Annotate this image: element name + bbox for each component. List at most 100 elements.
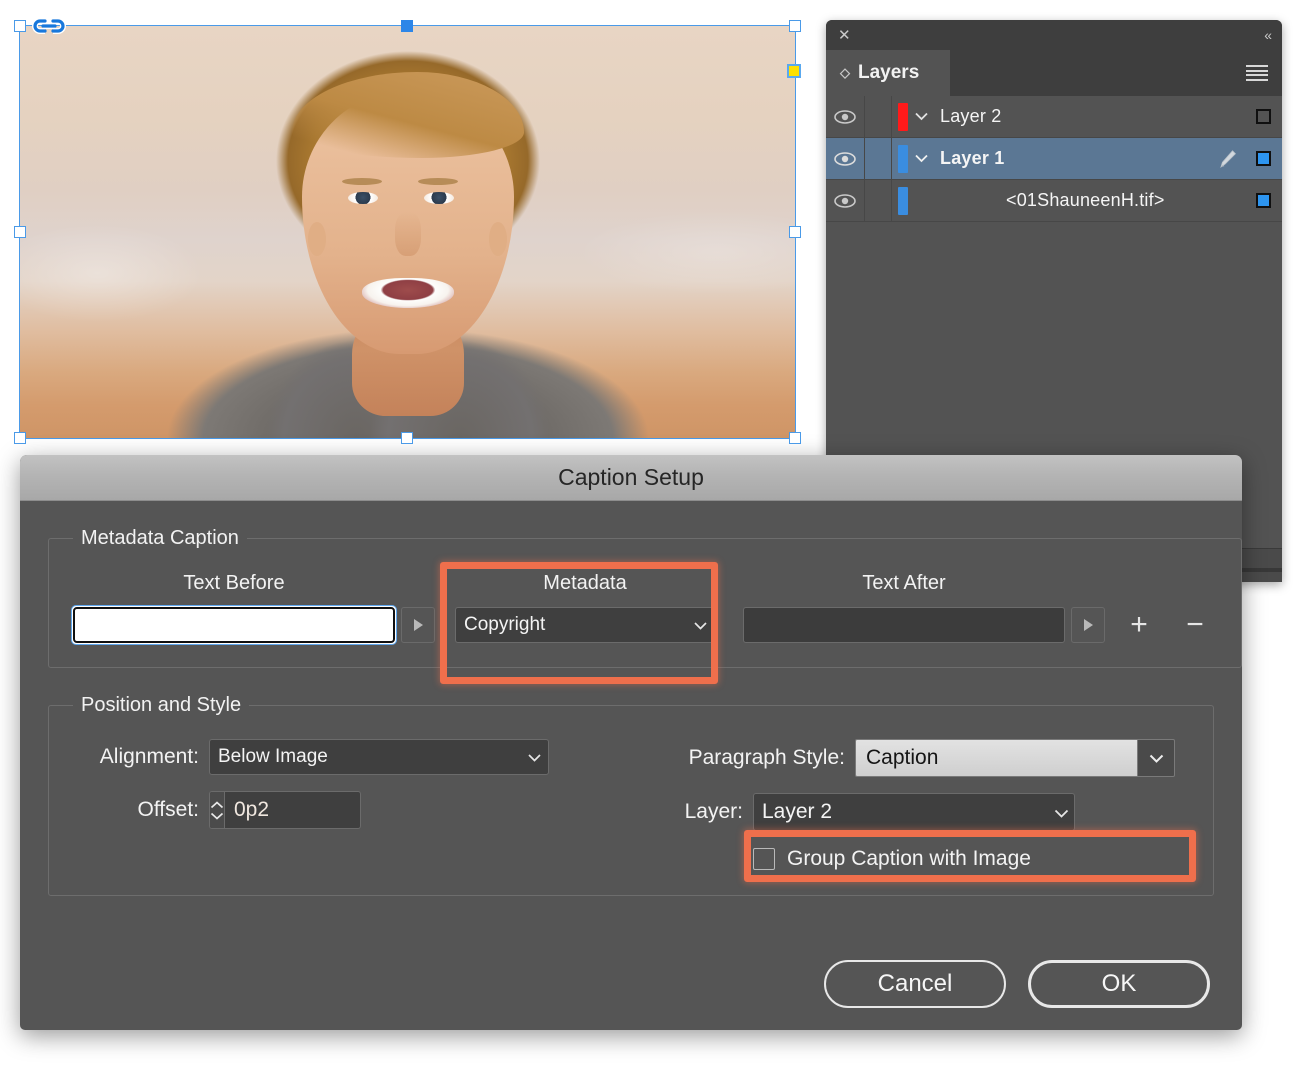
play-triangle-icon (413, 619, 423, 631)
document-canvas[interactable] (0, 0, 830, 452)
caption-setup-dialog[interactable]: Caption Setup Metadata Caption Text Befo… (20, 455, 1242, 1030)
metadata-label: Metadata (543, 572, 627, 594)
handle-mid-right[interactable] (789, 226, 801, 238)
photo-eye-left (348, 192, 378, 204)
chevron-down-icon (694, 622, 707, 633)
group-caption-checkbox[interactable] (753, 848, 775, 870)
handle-top-left[interactable] (14, 20, 26, 32)
text-before-label: Text Before (183, 572, 285, 594)
collapse-panel-icon[interactable]: « (1264, 28, 1272, 42)
text-before-options-button[interactable] (401, 607, 435, 643)
eye-visibility-icon[interactable] (826, 193, 864, 208)
dialog-title: Caption Setup (558, 464, 704, 490)
dialog-body: Metadata Caption Text Before Metadata Co… (20, 501, 1242, 896)
paragraph-style-dropdown[interactable]: Caption (855, 739, 1175, 777)
alignment-dropdown[interactable]: Below Image (209, 739, 549, 775)
handle-bottom-center[interactable] (401, 432, 413, 444)
metadata-columns: Text Before Metadata Copyright Text Afte… (72, 572, 1217, 644)
photo-ear-left (308, 222, 326, 256)
paragraph-style-value: Caption (855, 739, 1137, 777)
dock-diamond-icon: ◇ (840, 65, 850, 80)
metadata-column: Metadata Copyright (455, 572, 715, 643)
tab-layers[interactable]: ◇ Layers (826, 50, 950, 96)
layer-target-toggle[interactable] (1244, 193, 1282, 208)
group-caption-row[interactable]: Group Caption with Image (753, 847, 1189, 871)
link-chain-icon[interactable] (32, 15, 66, 42)
chevron-down-icon[interactable] (908, 112, 934, 121)
photo-face (301, 92, 514, 354)
paragraph-style-label: Paragraph Style: (688, 746, 845, 769)
content-grabber-handle[interactable] (787, 64, 801, 78)
paragraph-style-row: Paragraph Style: Caption (655, 739, 1189, 777)
handle-bottom-right[interactable] (789, 432, 801, 444)
metadata-dropdown[interactable]: Copyright (455, 607, 715, 643)
remove-caption-row-button[interactable]: − (1173, 607, 1217, 643)
lock-toggle-cell[interactable] (864, 180, 892, 221)
layer-dropdown[interactable]: Layer 2 (753, 793, 1075, 831)
offset-stepper-arrows[interactable] (210, 792, 225, 828)
layer-row-field: Layer: Layer 2 (655, 793, 1189, 831)
handle-bottom-left[interactable] (14, 432, 26, 444)
placed-image-frame[interactable] (19, 25, 796, 439)
chevron-up-icon (210, 800, 224, 808)
layer-label: Layer: (684, 800, 743, 823)
position-style-left-column: Alignment: Below Image Offset: (73, 739, 639, 871)
chevron-down-icon[interactable] (1137, 739, 1175, 777)
offset-label: Offset: (137, 798, 199, 821)
group-caption-label: Group Caption with Image (787, 847, 1031, 870)
eye-visibility-icon[interactable] (826, 151, 864, 166)
photo-hair (257, 46, 558, 296)
app-root: ✕ « ◇ Layers Layer 2 Layer 1 <01Shauneen… (0, 0, 1300, 1080)
alignment-label: Alignment: (99, 745, 199, 768)
alignment-value: Below Image (218, 746, 328, 767)
layer-object-name[interactable]: <01ShauneenH.tif> (934, 190, 1210, 211)
offset-stepper[interactable] (209, 791, 361, 829)
chevron-down-icon[interactable] (908, 154, 934, 163)
photo-neck (351, 306, 464, 416)
metadata-caption-legend: Metadata Caption (81, 527, 239, 549)
chevron-down-icon (1054, 809, 1069, 820)
add-caption-row-button[interactable]: + (1117, 607, 1161, 643)
dialog-titlebar[interactable]: Caption Setup (20, 455, 1242, 501)
layer-row[interactable]: Layer 2 (826, 96, 1282, 138)
tab-layers-label: Layers (858, 62, 920, 83)
chevron-down-icon (528, 754, 541, 765)
layer-dropdown-value: Layer 2 (762, 800, 833, 823)
photo-ear-right (489, 222, 507, 256)
layer-color-swatch (898, 144, 908, 173)
lock-toggle-cell[interactable] (864, 138, 892, 179)
lock-toggle-cell[interactable] (864, 96, 892, 137)
eye-visibility-icon[interactable] (826, 109, 864, 124)
cancel-button[interactable]: Cancel (824, 960, 1006, 1008)
panel-titlebar: ✕ « (826, 20, 1282, 50)
close-icon[interactable]: ✕ (838, 28, 851, 43)
layers-list: Layer 2 Layer 1 <01ShauneenH.tif> (826, 96, 1282, 222)
text-after-input[interactable] (743, 607, 1065, 643)
handle-top-center[interactable] (401, 20, 413, 32)
chevron-down-icon (210, 812, 224, 820)
photo-shoulder-right (359, 308, 560, 438)
layer-row[interactable]: <01ShauneenH.tif> (826, 180, 1282, 222)
metadata-caption-group: Metadata Caption Text Before Metadata Co… (48, 527, 1242, 668)
photo-eye-right (424, 192, 454, 204)
photo-mouth (361, 278, 454, 308)
ok-button[interactable]: OK (1028, 960, 1210, 1008)
layer-name[interactable]: Layer 2 (934, 106, 1210, 127)
layer-target-toggle[interactable] (1244, 109, 1282, 124)
photo-hair-fringe (291, 72, 524, 158)
layer-name[interactable]: Layer 1 (934, 148, 1210, 169)
layer-row[interactable]: Layer 1 (826, 138, 1282, 180)
text-before-input[interactable] (72, 606, 396, 644)
layer-color-swatch (898, 102, 908, 131)
offset-input[interactable] (225, 792, 360, 828)
metadata-dropdown-value: Copyright (464, 614, 546, 635)
position-and-style-legend: Position and Style (81, 694, 242, 716)
handle-top-right[interactable] (789, 20, 801, 32)
position-style-grid: Alignment: Below Image Offset: 0p2 Parag… (73, 739, 1189, 871)
handle-mid-left[interactable] (14, 226, 26, 238)
text-after-options-button[interactable] (1071, 607, 1105, 643)
panel-menu-icon[interactable] (1246, 65, 1268, 81)
photo-brow-right (418, 178, 458, 185)
offset-row: Offset: (73, 791, 639, 829)
layer-target-toggle[interactable] (1244, 151, 1282, 166)
